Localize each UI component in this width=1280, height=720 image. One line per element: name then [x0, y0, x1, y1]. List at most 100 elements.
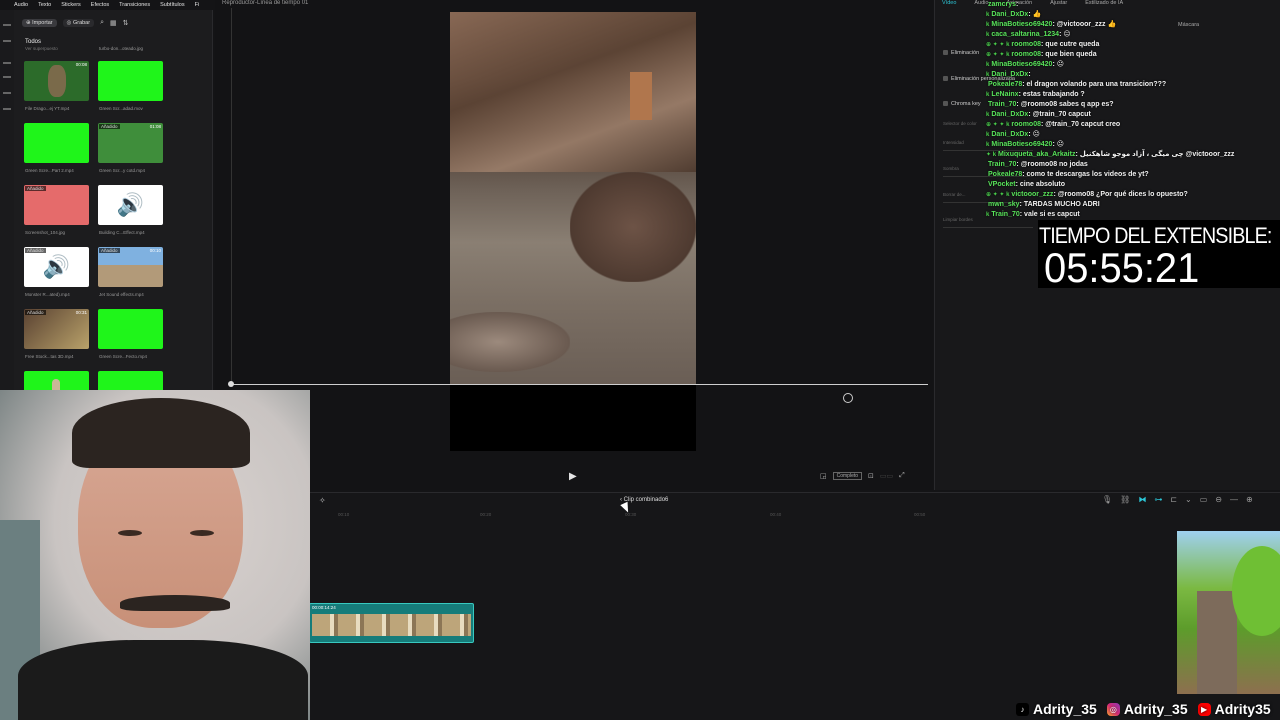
social-instagram: ◎ Adrity_35	[1106, 701, 1188, 717]
media-item[interactable]	[98, 309, 163, 349]
label-shadow: Sombra	[943, 166, 959, 171]
section-title: Todos	[25, 39, 42, 45]
media-item[interactable]: Añadido 00:31	[24, 309, 89, 349]
chat-username: caca_saltarina_1234	[991, 31, 1060, 38]
section-subtitle: Ver superpuesto	[25, 46, 58, 51]
crop-icon[interactable]: ◲	[820, 472, 827, 480]
youtube-handle: Adrity35	[1214, 701, 1271, 717]
menu-texto[interactable]: Texto	[38, 2, 51, 8]
chat-username: LeNainx	[991, 91, 1019, 98]
chat-message: Pokeale78: como te descargas los videos …	[986, 170, 1216, 180]
label-clean-edges: Limpiar bordes	[943, 217, 973, 222]
snap-icon[interactable]: ⧓	[1138, 495, 1146, 504]
social-youtube: ▶ Adrity35	[1197, 701, 1271, 717]
option-chroma-key[interactable]: Chroma key	[943, 101, 981, 107]
grid-view-icon[interactable]: ▦	[110, 19, 117, 27]
import-button[interactable]: ⊕ Importar	[22, 19, 57, 27]
added-badge: Añadido	[25, 310, 46, 315]
link-icon[interactable]: ⛓	[1120, 495, 1130, 504]
timeline-clip[interactable]: 00:00:14:24	[309, 603, 474, 643]
media-item[interactable]: Añadido	[24, 185, 89, 225]
record-icon[interactable]	[843, 393, 853, 403]
fullscreen-icon[interactable]: ⤢	[899, 472, 905, 480]
duration: 01:08	[149, 124, 161, 129]
chat-text: el dragon volando para una transicion???	[1026, 81, 1167, 88]
chat-message: k Dani_DxDx: @train_70 capcut	[986, 110, 1216, 120]
record-button[interactable]: ◎ Grabar	[62, 19, 95, 27]
ratio-icon[interactable]: ▭▭	[880, 472, 893, 480]
chat-message: k caca_saltarina_1234: 😐	[986, 30, 1216, 40]
player-title: Reproductor-Línea de tiempo 01	[222, 0, 309, 6]
caption-icon[interactable]: ▭	[1200, 495, 1208, 504]
media-item[interactable]: Añadido 01:08	[98, 123, 163, 163]
screenshot-icon[interactable]: ⊡	[868, 472, 874, 480]
speaker-icon: 🔊	[116, 192, 145, 217]
tiktok-icon: ♪	[1016, 702, 1029, 716]
tiktok-handle: Adrity_35	[1033, 701, 1097, 717]
chat-badge-icon: k	[986, 212, 990, 218]
chat-text: cine absoluto	[1019, 181, 1066, 188]
sort-icon[interactable]: ⇅	[123, 19, 129, 27]
top-menu: Audio Texto Stickers Efectos Transicione…	[0, 0, 215, 10]
menu-audio[interactable]: Audio	[14, 2, 28, 8]
chat-badge-icon: k	[986, 132, 990, 138]
speaker-icon: 🔊	[42, 254, 71, 279]
chat-message: k MinaBotieso69420: 😐	[986, 140, 1216, 150]
chat-text: 😐	[1063, 31, 1071, 38]
clean-edges-slider[interactable]	[943, 227, 1033, 228]
chat-text: چی میگی ، آزاد موجو شاهکنیل @victooor_zz…	[1079, 151, 1235, 158]
menu-subtitulos[interactable]: Subtítulos	[160, 2, 184, 8]
magic-icon[interactable]: ✧	[319, 496, 326, 505]
media-item[interactable]: Añadido 🔊	[24, 247, 89, 287]
chat-separator: :	[1016, 1, 1019, 8]
canvas-edge	[231, 8, 232, 386]
media-item[interactable]	[98, 61, 163, 101]
chat-message: Train_70: @roomo08 no jodas	[986, 160, 1216, 170]
chat-message: Pokeale78: el dragon volando para una tr…	[986, 80, 1216, 90]
media-item[interactable]: Añadido 00:10	[98, 247, 163, 287]
zoom-out-icon[interactable]: ⊖	[1215, 495, 1222, 504]
record-label: Grabar	[72, 20, 91, 26]
preview-axis-icon[interactable]: ⊏	[1170, 495, 1177, 504]
zoom-slider[interactable]: —	[1230, 495, 1238, 504]
ruler-tick: 00:10	[338, 512, 350, 517]
chat-message: ⊕ ✦ ✦ k roomo08: que cutre queda	[986, 40, 1216, 50]
canvas-handle[interactable]	[228, 381, 234, 387]
zoom-in-icon[interactable]: ⊕	[1246, 495, 1253, 504]
media-caption-top: turbo-don...oteado.jpg	[99, 46, 144, 51]
mic-icon[interactable]: 🎙	[1102, 495, 1112, 504]
chat-badge-icon: ⊕ ✦ ✦ k	[986, 192, 1010, 198]
magnet-icon[interactable]: ⊶	[1154, 495, 1162, 504]
menu-efectos[interactable]: Efectos	[91, 2, 109, 8]
chat-username: roomo08	[1011, 121, 1041, 128]
chat-username: MinaBotieso69420	[991, 61, 1053, 68]
chat-text: @roomo08 no jodas	[1020, 161, 1088, 168]
tab-video[interactable]: Vídeo	[942, 0, 956, 6]
time-ruler[interactable]: 00:10 00:20 00:30 00:40 00:50	[330, 512, 1280, 520]
menu-transiciones[interactable]: Transiciones	[119, 2, 150, 8]
chat-badge-icon: k	[986, 112, 990, 118]
media-item[interactable]: 00:08	[24, 61, 89, 101]
instagram-handle: Adrity_35	[1123, 701, 1188, 717]
menu-more[interactable]: Fi	[195, 2, 200, 8]
chat-text: @roomo08 sabes q app es?	[1020, 101, 1114, 108]
ruler-tick: 00:30	[625, 512, 637, 517]
chat-text: @victooor_zzz 👍	[1056, 21, 1117, 28]
media-item[interactable]: 🔊	[98, 185, 163, 225]
play-icon[interactable]: ▶	[569, 471, 577, 482]
media-item[interactable]	[24, 123, 89, 163]
video-preview[interactable]	[450, 12, 696, 384]
search-icon[interactable]: ⌕	[100, 19, 104, 27]
chat-message: k MinaBotieso69420: @victooor_zzz 👍	[986, 20, 1216, 30]
canvas-boundary	[231, 384, 928, 385]
chat-text: @roomo08 ¿Por qué dices lo opuesto?	[1057, 191, 1188, 198]
ruler-tick: 00:20	[480, 512, 492, 517]
fit-button[interactable]: Completo	[832, 472, 863, 480]
option-removal[interactable]: Eliminación	[943, 50, 979, 56]
menu-stickers[interactable]: Stickers	[61, 2, 81, 8]
chevron-down-icon[interactable]: ⌄	[1185, 495, 1192, 504]
chat-text: TARDAS MUCHO ADRI	[1023, 201, 1100, 208]
chat-text: 👍	[1032, 11, 1042, 18]
clip-timestamp: 00:00:14:24	[312, 605, 336, 610]
chat-badge-icon: ⊕ ✦ ✦ k	[986, 122, 1010, 128]
